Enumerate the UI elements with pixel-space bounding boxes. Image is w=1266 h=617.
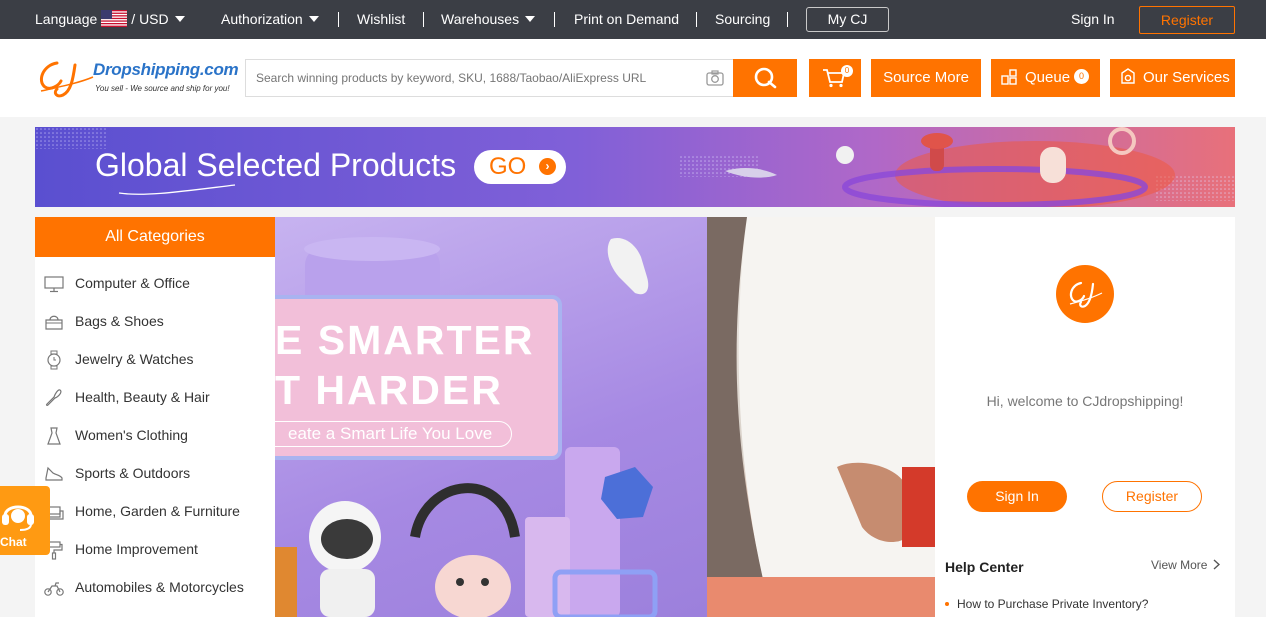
help-center-title: Help Center: [945, 559, 1024, 575]
chevron-down-icon: [525, 16, 536, 23]
banner-go-button[interactable]: GO ›: [474, 150, 566, 184]
our-services-button[interactable]: Our Services: [1110, 59, 1235, 97]
category-item-computer-office[interactable]: Computer & Office: [35, 265, 275, 303]
welcome-register-button[interactable]: Register: [1102, 481, 1202, 512]
category-label: Sports & Outdoors: [75, 465, 191, 481]
warehouses-menu[interactable]: Warehouses: [441, 0, 536, 39]
category-label: Home, Garden & Furniture: [75, 503, 240, 519]
camera-icon[interactable]: [706, 70, 724, 86]
person-photo-illustration: [707, 217, 935, 617]
welcome-sign-in-button[interactable]: Sign In: [967, 481, 1067, 512]
category-item-automobiles-motorcycles[interactable]: Automobiles & Motorcycles: [35, 569, 275, 607]
authorization-menu[interactable]: Authorization: [221, 0, 319, 39]
currency-label: / USD: [131, 11, 169, 27]
source-more-button[interactable]: Source More: [871, 59, 981, 97]
search-box: [245, 59, 733, 97]
category-item-sports-outdoors[interactable]: Sports & Outdoors: [35, 455, 275, 493]
hero-slide-left: E SMARTER T HARDER eate a Smart Life You…: [275, 217, 707, 617]
services-icon: [1121, 68, 1135, 84]
authorization-label: Authorization: [221, 11, 303, 27]
category-item-jewelry-watches[interactable]: Jewelry & Watches: [35, 341, 275, 379]
queue-count-badge: 0: [1074, 69, 1090, 85]
divider: [423, 12, 424, 27]
chevron-right-icon: [1214, 559, 1221, 570]
category-label: Jewelry & Watches: [75, 351, 194, 367]
bag-icon: [45, 315, 63, 330]
us-flag-icon: [101, 10, 128, 28]
search-icon: [754, 67, 777, 89]
hero-headline-line2: T HARDER: [275, 367, 503, 413]
language-label: Language: [35, 11, 98, 27]
divider: [338, 12, 339, 27]
my-cj-button[interactable]: My CJ: [806, 7, 889, 32]
go-label: GO: [489, 153, 527, 180]
motorcycle-icon: [44, 582, 64, 596]
category-label: Health, Beauty & Hair: [75, 389, 210, 405]
all-categories-header[interactable]: All Categories: [35, 217, 275, 257]
chevron-down-icon: [174, 16, 185, 23]
category-label: Bags & Shoes: [75, 313, 164, 329]
welcome-panel: Hi, welcome to CJdropshipping! Sign In R…: [935, 217, 1235, 617]
arrow-right-icon: ›: [539, 158, 556, 175]
hero-headline-line1: E SMARTER: [275, 317, 535, 363]
category-item-home-improvement[interactable]: Home Improvement: [35, 531, 275, 569]
category-item-home-garden-furniture[interactable]: Home, Garden & Furniture: [35, 493, 275, 531]
avatar: [1056, 265, 1114, 323]
category-label: Computer & Office: [75, 275, 190, 291]
divider: [554, 12, 555, 27]
top-navigation-bar: Language / USD Authorization Wishlist War…: [0, 0, 1266, 39]
category-label: Home Improvement: [75, 541, 198, 557]
cj-logo-icon: [1069, 281, 1103, 308]
bullet-icon: [945, 601, 949, 606]
sourcing-link[interactable]: Sourcing: [715, 0, 770, 39]
help-list-item[interactable]: How to Purchase Private Inventory?: [945, 597, 1148, 611]
hero-tagline: eate a Smart Life You Love: [275, 421, 512, 447]
welcome-message: Hi, welcome to CJdropshipping!: [986, 393, 1184, 409]
watch-icon: [47, 350, 61, 370]
promo-banner[interactable]: Global Selected Products GO ›: [35, 127, 1235, 207]
banner-title: Global Selected Products: [95, 147, 457, 183]
queue-button[interactable]: Queue 0: [991, 59, 1100, 97]
category-label: Women's Clothing: [75, 427, 188, 443]
category-item-health-beauty-hair[interactable]: Health, Beauty & Hair: [35, 379, 275, 417]
wishlist-link[interactable]: Wishlist: [357, 0, 405, 39]
queue-label: Queue: [1025, 69, 1071, 86]
cj-logo-mark-icon: [40, 61, 94, 98]
view-more-label: View More: [1151, 558, 1208, 572]
our-services-label: Our Services: [1143, 69, 1230, 86]
hero-slide-right: [707, 217, 935, 617]
category-item-womens-clothing[interactable]: Women's Clothing: [35, 417, 275, 455]
monitor-icon: [44, 276, 64, 293]
logo-tagline: You sell - We source and ship for you!: [95, 84, 230, 93]
category-label: Automobiles & Motorcycles: [75, 579, 244, 595]
cart-count-badge: 0: [841, 65, 853, 77]
brush-icon: [45, 389, 62, 407]
search-button[interactable]: [733, 59, 797, 97]
divider: [787, 12, 788, 27]
view-more-link[interactable]: View More: [1151, 558, 1221, 572]
chevron-down-icon: [308, 16, 319, 23]
chat-widget[interactable]: Chat: [0, 486, 50, 555]
register-button[interactable]: Register: [1139, 6, 1235, 34]
search-input[interactable]: [256, 68, 696, 88]
sign-in-link[interactable]: Sign In: [1071, 0, 1115, 39]
category-item-bags-shoes[interactable]: Bags & Shoes: [35, 303, 275, 341]
queue-icon: [1001, 68, 1017, 85]
headset-icon: [2, 505, 34, 531]
cj-dropshipping-logo[interactable]: Dropshipping.com You sell - We source an…: [35, 55, 240, 101]
print-on-demand-link[interactable]: Print on Demand: [574, 0, 679, 39]
logo-wordmark: Dropshipping.com: [93, 60, 239, 79]
help-item-label: How to Purchase Private Inventory?: [957, 597, 1149, 611]
warehouses-label: Warehouses: [441, 11, 520, 27]
hero-carousel[interactable]: E SMARTER T HARDER eate a Smart Life You…: [275, 217, 935, 617]
chat-label: Chat: [0, 535, 27, 549]
shoe-icon: [45, 466, 63, 481]
site-header: Dropshipping.com You sell - We source an…: [0, 39, 1266, 117]
divider: [696, 12, 697, 27]
category-sidebar: All Categories Computer & Office Bags & …: [35, 217, 275, 617]
language-currency-selector[interactable]: Language / USD: [35, 0, 185, 39]
dress-icon: [47, 427, 61, 445]
cart-button[interactable]: 0: [809, 59, 861, 97]
